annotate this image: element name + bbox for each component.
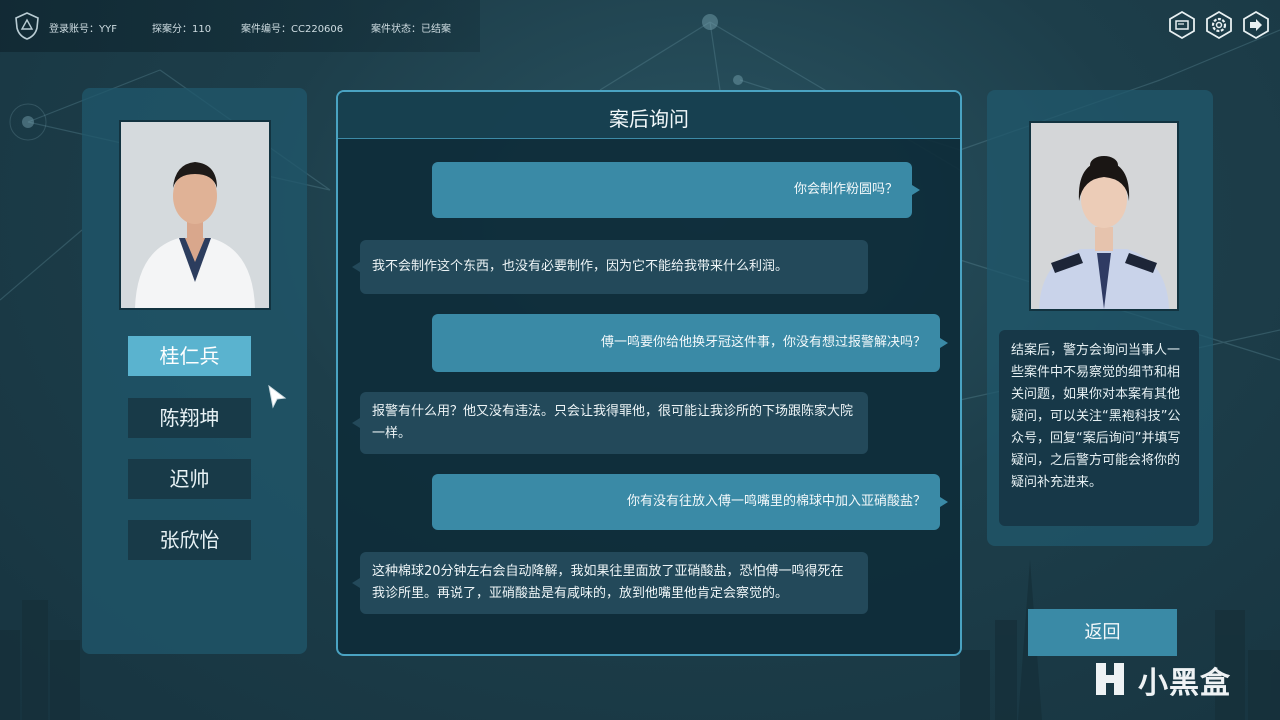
score-label: 探案分：110 — [152, 24, 212, 35]
case-number-label: 案件编号：CC220606 — [241, 24, 344, 35]
question-bubble[interactable]: 你有没有往放入傅一鸣嘴里的棉球中加入亚硝酸盐？ — [432, 474, 948, 530]
dialog-header: 案后询问 — [338, 92, 960, 139]
question-bubble[interactable]: 你会制作粉圆吗？ — [432, 162, 920, 218]
suspect-tab-chi-shuai[interactable]: 迟帅 — [128, 459, 251, 499]
status-bar: 登录账号：YYF 探案分：110 案件编号：CC220606 案件状态：已结案 — [0, 0, 480, 52]
question-bubble[interactable]: 傅一鸣要你给他换牙冠这件事，你没有想过报警解决吗？ — [432, 314, 948, 372]
mouse-cursor-icon — [268, 384, 287, 409]
answer-bubble: 报警有什么用？他又没有违法。只会让我得罪他，很可能让我诊所的下场跟陈家大院一样。 — [352, 392, 868, 454]
interrogation-dialog: 案后询问 你会制作粉圆吗？ 我不会制作这个东西，也没有必要制作，因为它不能给我带… — [336, 90, 962, 656]
settings-gear-icon[interactable] — [1204, 10, 1234, 40]
exit-icon[interactable] — [1241, 10, 1271, 40]
suspect-tab-zhang-xinyi[interactable]: 张欣怡 — [128, 520, 251, 560]
info-box: 结案后，警方会询问当事人一些案件中不易察觉的细节和相关问题，如果你对本案有其他疑… — [999, 330, 1199, 526]
suspect-tab-gui-renbing[interactable]: 桂仁兵 — [128, 336, 251, 376]
police-officer-avatar — [1031, 123, 1177, 309]
case-status-label: 案件状态：已结案 — [371, 24, 451, 35]
account-label: 登录账号：YYF — [49, 24, 117, 35]
info-text: 结案后，警方会询问当事人一些案件中不易察觉的细节和相关问题，如果你对本案有其他疑… — [1011, 343, 1181, 490]
answer-bubble: 我不会制作这个东西，也没有必要制作，因为它不能给我带来什么利润。 — [352, 240, 868, 294]
doctor-avatar — [121, 122, 269, 308]
watermark-text: 小黑盒 — [1138, 666, 1231, 701]
answer-bubble: 这种棉球20分钟左右会自动降解，我如果往里面放了亚硝酸盐，恐怕傅一鸣得死在我诊所… — [352, 552, 868, 614]
dialog-title: 案后询问 — [609, 107, 689, 131]
editor-icon[interactable] — [1167, 10, 1197, 40]
heybox-logo-icon — [1096, 663, 1124, 695]
suspect-tab-chen-xiangkun[interactable]: 陈翔坤 — [128, 398, 251, 438]
back-button[interactable]: 返回 — [1028, 609, 1177, 656]
police-badge-icon — [15, 12, 39, 40]
officer-portrait — [1029, 121, 1179, 311]
suspect-portrait — [119, 120, 271, 310]
